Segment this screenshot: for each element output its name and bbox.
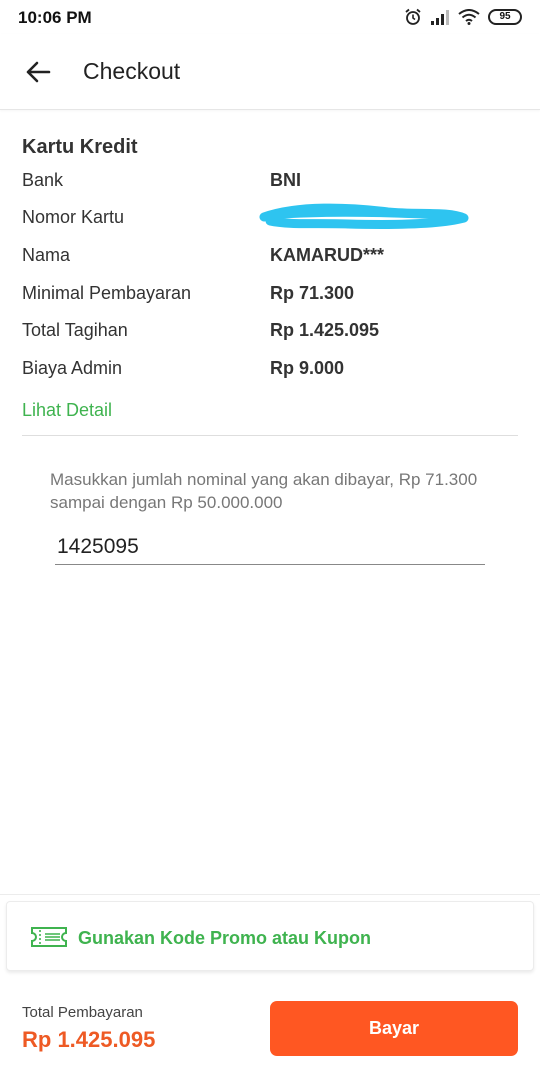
info-row-total-bill: Total Tagihan Rp 1.425.095 (22, 320, 518, 346)
amount-input[interactable] (55, 530, 485, 565)
total-payment-label: Total Pembayaran (22, 1004, 143, 1021)
info-label: Minimal Pembayaran (22, 283, 192, 303)
info-value: Rp 9.000 (270, 358, 345, 378)
info-value: Rp 71.300 (270, 283, 355, 303)
arrow-left-icon (26, 61, 51, 83)
status-bar: 10:06 PM 95 (0, 0, 540, 34)
status-time: 10:06 PM (18, 8, 92, 27)
status-icons: 95 (404, 7, 522, 27)
see-detail-link[interactable]: Lihat Detail (22, 400, 112, 421)
divider (22, 435, 518, 436)
app-header: Checkout (0, 34, 540, 110)
info-value: BNI (270, 170, 301, 190)
promo-label: Gunakan Kode Promo atau Kupon (78, 928, 372, 948)
info-label: Bank (22, 170, 64, 190)
info-label: Biaya Admin (22, 358, 123, 378)
total-payment-value: Rp 1.425.095 (22, 1027, 156, 1052)
back-button[interactable] (20, 54, 56, 90)
alarm-icon (405, 8, 421, 25)
signal-icon (431, 10, 449, 25)
amount-hint: Masukkan jumlah nominal yang akan dibaya… (50, 470, 478, 512)
promo-divider (0, 894, 540, 895)
info-row-minimum-payment: Minimal Pembayaran Rp 71.300 (22, 283, 518, 309)
promo-coupon-button[interactable]: Gunakan Kode Promo atau Kupon (6, 901, 534, 971)
section-title: Kartu Kredit (22, 136, 138, 158)
info-row-card-number: Nomor Kartu (22, 203, 518, 233)
info-label: Total Tagihan (22, 320, 128, 340)
battery-icon: 95 (488, 9, 522, 25)
info-value: KAMARUD*** (270, 245, 385, 265)
info-label: Nama (22, 245, 71, 265)
redaction-scribble (259, 203, 469, 229)
wifi-icon (458, 9, 480, 25)
info-row-admin-fee: Biaya Admin Rp 9.000 (22, 358, 518, 384)
coupon-icon (31, 927, 67, 947)
info-label: Nomor Kartu (22, 207, 125, 227)
info-row-bank: Bank BNI (22, 170, 518, 196)
info-row-name: Nama KAMARUD*** (22, 245, 518, 271)
pay-button[interactable]: Bayar (270, 1001, 518, 1056)
page-title: Checkout (83, 58, 181, 84)
info-value: Rp 1.425.095 (270, 320, 380, 340)
